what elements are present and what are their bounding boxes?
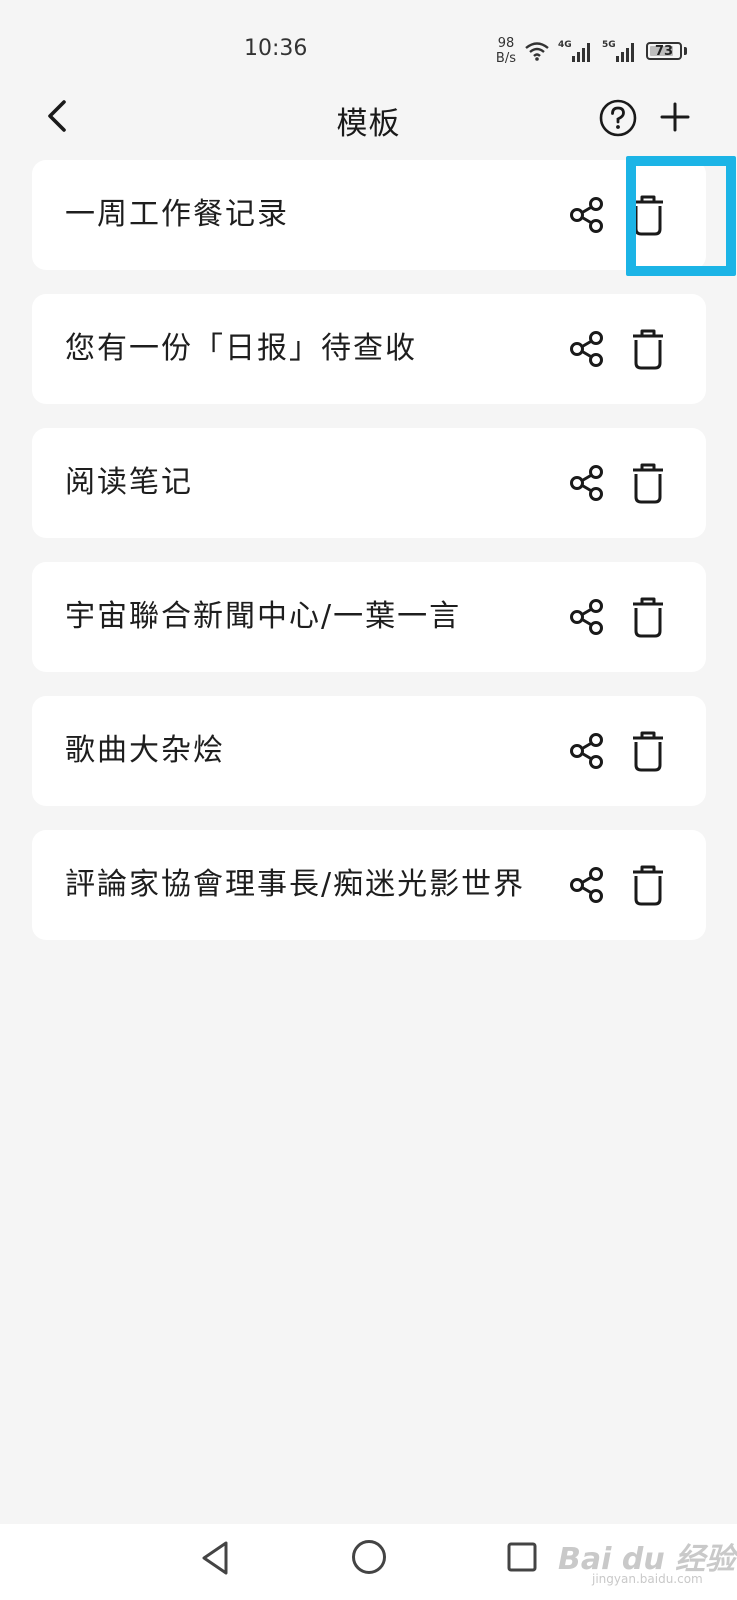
share-icon[interactable] xyxy=(566,194,608,236)
sim2-label: 5G xyxy=(602,40,616,50)
wifi-icon xyxy=(525,42,549,61)
highlight-box xyxy=(626,156,736,276)
share-icon[interactable] xyxy=(566,730,608,772)
triangle-back-icon[interactable] xyxy=(198,1538,232,1578)
battery-level: 73 xyxy=(654,43,674,59)
trash-icon[interactable] xyxy=(628,460,668,506)
status-icons: 98 B/s 4G 5G 73 xyxy=(496,34,687,68)
battery-icon: 73 xyxy=(646,42,682,60)
template-title: 評論家協會理事長/痴迷光影世界 xyxy=(65,867,526,902)
template-item[interactable]: 一周工作餐记录 xyxy=(32,160,706,270)
question-circle-icon[interactable] xyxy=(598,98,638,138)
template-item[interactable]: 您有一份「日报」待查收 xyxy=(32,294,706,404)
template-title: 宇宙聯合新聞中心/一葉一言 xyxy=(65,599,462,634)
template-item[interactable]: 宇宙聯合新聞中心/一葉一言 xyxy=(32,562,706,672)
battery-tip xyxy=(684,47,687,55)
share-icon[interactable] xyxy=(566,328,608,370)
trash-icon[interactable] xyxy=(628,862,668,908)
share-icon[interactable] xyxy=(566,462,608,504)
trash-icon[interactable] xyxy=(628,594,668,640)
template-title: 一周工作餐记录 xyxy=(65,197,289,232)
trash-icon[interactable] xyxy=(628,326,668,372)
app-header: 模板 xyxy=(0,92,737,142)
share-icon[interactable] xyxy=(566,864,608,906)
share-icon[interactable] xyxy=(566,596,608,638)
template-item[interactable]: 評論家協會理事長/痴迷光影世界 xyxy=(32,830,706,940)
sim1-label: 4G xyxy=(558,40,572,50)
template-title: 歌曲大杂烩 xyxy=(65,733,225,768)
trash-icon[interactable] xyxy=(628,728,668,774)
network-speed-value: 98 xyxy=(497,36,515,51)
template-title: 阅读笔记 xyxy=(65,465,193,500)
network-speed: 98 B/s xyxy=(496,36,516,66)
network-speed-unit: B/s xyxy=(495,51,516,66)
signal-4g-icon: 4G xyxy=(558,40,590,62)
template-item[interactable]: 歌曲大杂烩 xyxy=(32,696,706,806)
system-nav-bar: Bai du 经验 jingyan.baidu.com xyxy=(0,1524,737,1600)
square-recent-icon[interactable] xyxy=(506,1540,538,1574)
template-list: 一周工作餐记录 您有一份「日报」待查收 阅读笔记 宇宙聯合新聞中心/一葉一言 歌… xyxy=(32,160,706,964)
watermark-url: jingyan.baidu.com xyxy=(592,1572,703,1586)
circle-home-icon[interactable] xyxy=(350,1538,388,1576)
status-bar: 10:36 98 B/s 4G 5G 73 xyxy=(0,0,737,92)
template-item[interactable]: 阅读笔记 xyxy=(32,428,706,538)
template-title: 您有一份「日报」待查收 xyxy=(65,331,417,366)
signal-5g-icon: 5G xyxy=(602,40,634,62)
status-time: 10:36 xyxy=(244,36,308,61)
plus-icon[interactable] xyxy=(658,100,692,134)
